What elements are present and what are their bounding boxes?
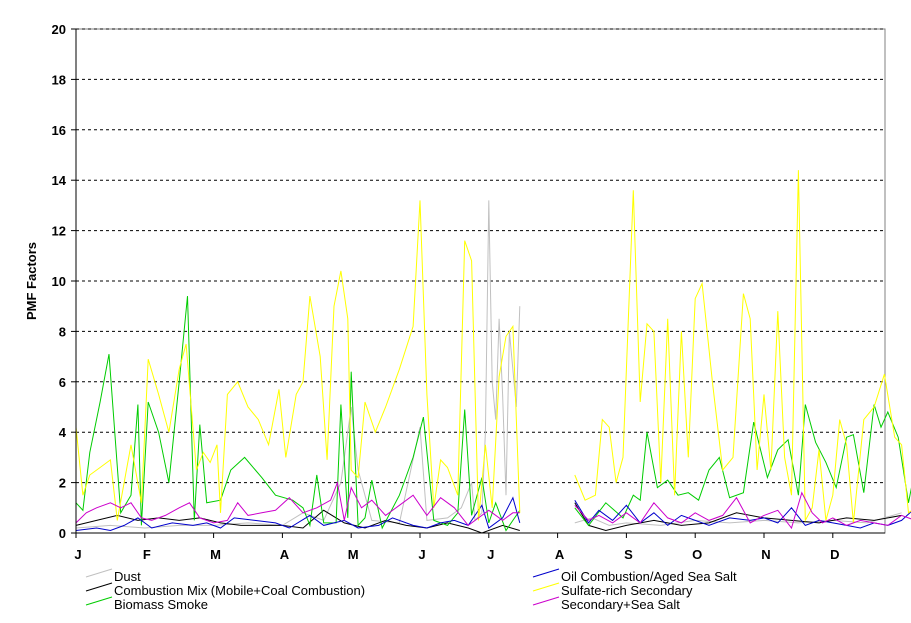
y-tick-labels: 0 2 4 6 8 10 12 14 16 18 20 bbox=[52, 22, 76, 541]
legend-label: Dust bbox=[114, 569, 141, 584]
legend-swatch bbox=[532, 568, 560, 578]
legend-swatch bbox=[85, 568, 113, 578]
x-tick-label: N bbox=[761, 547, 770, 562]
y-tick-label: 16 bbox=[52, 123, 66, 138]
legend-swatch bbox=[85, 596, 113, 606]
x-tick-label: O bbox=[692, 547, 702, 562]
x-tick-label: M bbox=[348, 547, 359, 562]
pmf-factors-chart: 0 2 4 6 8 10 12 14 16 18 20 J F M A M J J A S O N D PMF Facto… bbox=[24, 22, 911, 612]
legend-label: Biomass Smoke bbox=[114, 597, 208, 612]
x-tick-label: A bbox=[555, 547, 565, 562]
x-tick-labels: JFMAMJJASOND bbox=[74, 533, 839, 562]
legend-swatch bbox=[532, 596, 560, 606]
y-tick-label: 2 bbox=[59, 476, 66, 491]
x-tick-label: D bbox=[830, 547, 839, 562]
legend-swatch bbox=[85, 582, 113, 592]
y-tick-label: 0 bbox=[59, 526, 66, 541]
x-tick-label: J bbox=[74, 547, 81, 562]
x-tick-label: M bbox=[210, 547, 221, 562]
legend-label: Oil Combustion/Aged Sea Salt bbox=[561, 569, 737, 584]
legend-label: Secondary+Sea Salt bbox=[561, 597, 680, 612]
legend-label: Sulfate-rich Secondary bbox=[561, 583, 693, 598]
legend-label: Combustion Mix (Mobile+Coal Combustion) bbox=[114, 583, 365, 598]
legend-swatch bbox=[532, 582, 560, 592]
y-tick-label: 8 bbox=[59, 324, 66, 339]
y-tick-label: 20 bbox=[52, 22, 66, 37]
x-tick-label: J bbox=[418, 547, 425, 562]
y-tick-label: 4 bbox=[59, 425, 67, 440]
legend: DustCombustion Mix (Mobile+Coal Combusti… bbox=[85, 568, 737, 612]
y-tick-label: 12 bbox=[52, 224, 66, 239]
x-tick-label: S bbox=[624, 547, 633, 562]
x-tick-label: A bbox=[280, 547, 290, 562]
y-tick-label: 10 bbox=[52, 274, 66, 289]
x-tick-label: J bbox=[487, 547, 494, 562]
y-axis-label: PMF Factors bbox=[24, 242, 39, 320]
y-tick-label: 14 bbox=[52, 173, 67, 188]
y-tick-label: 6 bbox=[59, 375, 66, 390]
x-tick-label: F bbox=[143, 547, 151, 562]
y-tick-label: 18 bbox=[52, 72, 66, 87]
